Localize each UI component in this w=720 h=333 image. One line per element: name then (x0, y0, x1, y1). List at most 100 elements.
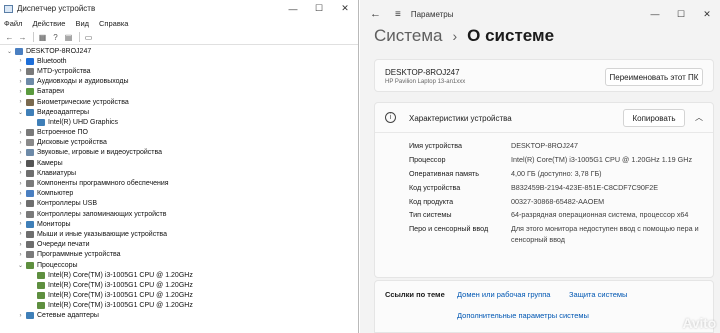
display-adapter-icon (37, 118, 45, 126)
hamburger-menu-icon[interactable]: ≡ (395, 9, 401, 20)
spec-key: Перо и сенсорный ввод (409, 224, 489, 234)
back-arrow-icon[interactable]: ← (370, 8, 381, 20)
chevron-right-icon[interactable]: › (17, 231, 24, 237)
related-links-card: Ссылки по теме Домен или рабочая группа … (374, 280, 714, 333)
device-manager-app-icon (4, 4, 13, 13)
chevron-right-icon[interactable]: › (17, 191, 24, 197)
tree-node[interactable]: Intel(R) Core(TM) i3-1005G1 CPU @ 1.20GH… (0, 291, 358, 301)
chevron-down-icon[interactable]: ⌄ (17, 109, 24, 116)
chevron-right-icon[interactable]: › (17, 130, 24, 136)
firmware-icon (26, 129, 34, 137)
chevron-up-icon[interactable]: ︿ (695, 112, 703, 123)
spec-value: 00327-30868-65482-AAOEM (511, 196, 605, 206)
chevron-right-icon[interactable]: › (17, 99, 24, 105)
chevron-right-icon[interactable]: › (17, 252, 24, 258)
tree-node-label: Intel(R) Core(TM) i3-1005G1 CPU @ 1.20GH… (48, 281, 193, 289)
chevron-down-icon[interactable]: ⌄ (6, 48, 13, 55)
menu-help[interactable]: Справка (99, 19, 128, 28)
maximize-icon[interactable]: ☐ (668, 6, 694, 23)
chevron-right-icon[interactable]: › (17, 181, 24, 187)
chevron-right-icon[interactable]: › (17, 79, 24, 85)
tree-node[interactable]: Intel(R) Core(TM) i3-1005G1 CPU @ 1.20GH… (0, 301, 358, 311)
tree-node[interactable]: › Программные устройства (0, 250, 358, 260)
tree-node[interactable]: › Компоненты программного обеспечения (0, 178, 358, 188)
tree-node[interactable]: › Bluetooth (0, 56, 358, 66)
page-title: О системе (467, 26, 555, 45)
menu-view[interactable]: Вид (75, 19, 89, 28)
rename-pc-button[interactable]: Переименовать этот ПК (605, 68, 703, 86)
close-icon[interactable]: ✕ (694, 6, 720, 23)
device-manager-titlebar: Диспетчер устройств — ☐ ✕ (0, 0, 358, 17)
breadcrumb-system[interactable]: Система (374, 26, 442, 46)
details-view-icon[interactable]: ▤ (63, 32, 74, 43)
chevron-right-icon[interactable]: › (17, 58, 24, 64)
tree-node[interactable]: › Сетевые адаптеры (0, 311, 358, 321)
properties-icon[interactable]: ▦ (37, 32, 48, 43)
monitor-scan-icon[interactable]: ▭ (83, 32, 94, 43)
tree-node[interactable]: › Клавиатуры (0, 168, 358, 178)
tree-node[interactable]: › Мыши и иные указывающие устройства (0, 229, 358, 239)
minimize-icon[interactable]: — (642, 6, 668, 23)
spec-row: Код продукта 00327-30868-65482-AAOEM (409, 197, 705, 208)
chevron-down-icon[interactable]: ⌄ (17, 262, 24, 269)
tree-node[interactable]: › Контроллеры запоминающих устройств (0, 209, 358, 219)
help-icon[interactable]: ? (50, 32, 61, 43)
device-specs-header[interactable]: i Характеристики устройства Копировать ︿ (375, 103, 713, 133)
tree-node[interactable]: Intel(R) UHD Graphics (0, 117, 358, 127)
tree-node[interactable]: › Компьютер (0, 189, 358, 199)
system-protection-link[interactable]: Защита системы (569, 290, 627, 299)
tree-node-label: Звуковые, игровые и видеоустройства (37, 149, 163, 157)
tree-node[interactable]: › Встроенное ПО (0, 128, 358, 138)
tree-node[interactable]: › MTD-устройства (0, 66, 358, 76)
tree-node[interactable]: Intel(R) Core(TM) i3-1005G1 CPU @ 1.20GH… (0, 270, 358, 280)
spec-value: 64-разрядная операционная система, проце… (511, 210, 689, 220)
tree-node[interactable]: › Звуковые, игровые и видеоустройства (0, 148, 358, 158)
tree-node[interactable]: › Батареи (0, 87, 358, 97)
chevron-right-icon[interactable]: › (17, 140, 24, 146)
chevron-right-icon[interactable]: › (17, 170, 24, 176)
tree-node[interactable]: › Контроллеры USB (0, 199, 358, 209)
chevron-right-icon[interactable]: › (17, 313, 24, 319)
chevron-right-icon[interactable]: › (17, 68, 24, 74)
menu-action[interactable]: Действие (32, 19, 65, 28)
tree-node[interactable]: ⌄ DESKTOP-8ROJ247 (0, 46, 358, 56)
chevron-right-icon[interactable]: › (17, 242, 24, 248)
chevron-right-icon[interactable]: › (17, 150, 24, 156)
tree-node-label: Intel(R) Core(TM) i3-1005G1 CPU @ 1.20GH… (48, 302, 193, 310)
disk-icon (26, 139, 34, 147)
chevron-right-icon[interactable]: › (17, 201, 24, 207)
tree-node[interactable]: ⌄ Процессоры (0, 260, 358, 270)
domain-workgroup-link[interactable]: Домен или рабочая группа (457, 290, 550, 299)
advanced-system-settings-link[interactable]: Дополнительные параметры системы (457, 311, 589, 320)
tree-node[interactable]: › Мониторы (0, 219, 358, 229)
maximize-icon[interactable]: ☐ (306, 0, 332, 17)
tree-node-label: Контроллеры USB (37, 200, 97, 208)
spec-row: Оперативная память 4,00 ГБ (доступно: 3,7… (409, 169, 705, 180)
close-icon[interactable]: ✕ (332, 0, 358, 17)
tree-node[interactable]: ⌄ Видеоадаптеры (0, 107, 358, 117)
chevron-right-icon[interactable]: › (17, 221, 24, 227)
spec-value: DESKTOP-8ROJ247 (511, 141, 578, 150)
tree-node[interactable]: › Аудиовходы и аудиовыходы (0, 77, 358, 87)
toolbar-divider (79, 32, 80, 42)
tree-node-label: Аудиовходы и аудиовыходы (37, 78, 129, 86)
chevron-right-icon[interactable]: › (17, 211, 24, 217)
tree-node[interactable]: › Биометрические устройства (0, 97, 358, 107)
printer-icon (26, 241, 34, 249)
copy-button[interactable]: Копировать (623, 109, 685, 127)
forward-arrow-icon[interactable]: → (17, 32, 28, 43)
tree-node[interactable]: › Дисковые устройства (0, 138, 358, 148)
tree-node-label: Биометрические устройства (37, 98, 129, 106)
tree-node[interactable]: › Камеры (0, 158, 358, 168)
tree-node[interactable]: › Очереди печати (0, 240, 358, 250)
menu-file[interactable]: Файл (4, 19, 22, 28)
spec-key: Код устройства (409, 182, 461, 192)
display-adapter-icon (26, 108, 34, 116)
minimize-icon[interactable]: — (280, 0, 306, 17)
tree-node[interactable]: Intel(R) Core(TM) i3-1005G1 CPU @ 1.20GH… (0, 280, 358, 290)
chevron-right-icon[interactable]: › (17, 89, 24, 95)
breadcrumb: Система › О системе (374, 26, 554, 46)
chevron-right-icon[interactable]: › (17, 160, 24, 166)
back-arrow-icon[interactable]: ← (4, 32, 15, 43)
storage-controller-icon (26, 210, 34, 218)
